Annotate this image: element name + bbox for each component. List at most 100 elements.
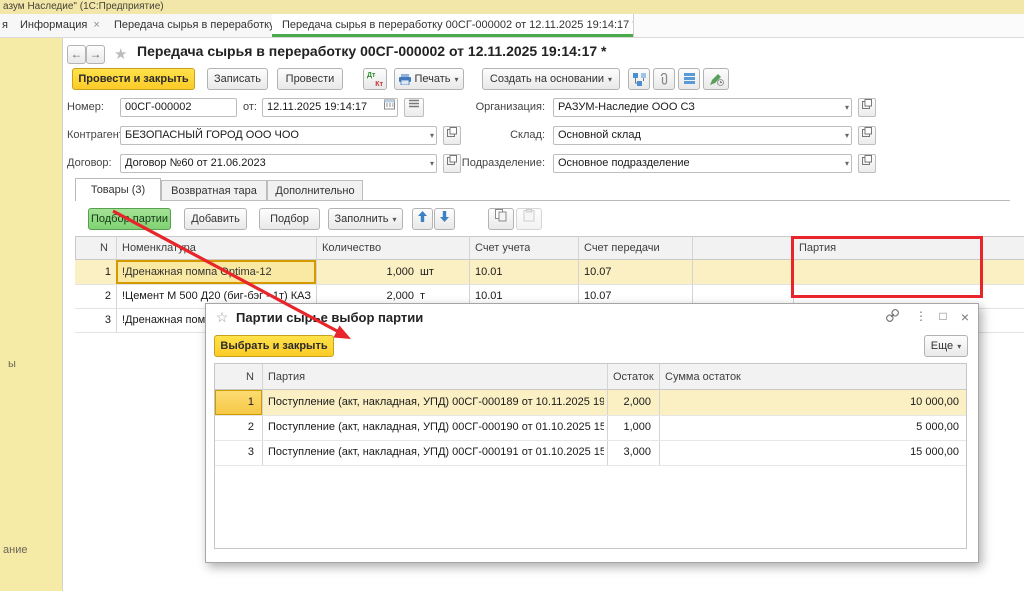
col-header-qty[interactable]: Количество [322, 236, 381, 260]
application-window: азум Наследие" (1С:Предприятие) я Информ… [0, 0, 1024, 591]
open-list-button[interactable] [404, 98, 424, 117]
tab-returnable-packaging[interactable]: Возвратная тара [161, 180, 267, 201]
paste-icon [523, 209, 535, 222]
panel-divider [62, 38, 63, 591]
left-panel-item-fragment[interactable]: ание [3, 544, 27, 556]
print-button[interactable]: Печать▾ [394, 68, 464, 90]
batch-row-sum[interactable]: 10 000,00 [659, 390, 959, 415]
post-and-close-button[interactable]: Провести и закрыть [72, 68, 195, 90]
warehouse-field[interactable]: Основной склад▾ [553, 126, 852, 145]
batch-row-sum[interactable]: 15 000,00 [659, 440, 959, 465]
batch-row-n[interactable]: 1 [215, 390, 254, 415]
dtkt-button[interactable]: Дт Кт [363, 68, 387, 90]
tab-transfer-document[interactable]: Передача сырья в переработку 00СГ-000002… [272, 14, 634, 37]
col-header-account[interactable]: Счет учета [475, 236, 530, 260]
attachments-button[interactable] [653, 68, 675, 90]
menu-dots-icon[interactable]: ⋮ [913, 309, 929, 323]
post-button[interactable]: Провести [277, 68, 343, 90]
warehouse-label: Склад: [430, 126, 545, 145]
dropdown-icon[interactable]: ▾ [845, 127, 849, 144]
dropdown-icon[interactable]: ▾ [845, 155, 849, 172]
add-row-button[interactable]: Добавить [184, 208, 247, 230]
batch-row-rest[interactable]: 1,000 [607, 415, 651, 440]
favorite-star-icon[interactable]: ★ [114, 45, 127, 63]
contract-field[interactable]: Договор №60 от 21.06.2023▾ [120, 154, 437, 173]
related-documents-button[interactable] [628, 68, 650, 90]
dropdown-icon: ▾ [957, 342, 961, 351]
paperclip-icon [658, 73, 670, 86]
tab-transfer-list[interactable]: Передача сырья в переработку× [104, 14, 273, 37]
department-label: Подразделение: [430, 154, 545, 173]
create-based-on-button[interactable]: Создать на основании▾ [482, 68, 620, 90]
batches-table: N Партия Остаток Сумма остаток 1 Поступл… [214, 363, 967, 549]
col-header-sum[interactable]: Сумма остаток [659, 364, 966, 390]
select-and-close-button[interactable]: Выбрать и закрыть [214, 335, 334, 357]
tab-information[interactable]: Информация× [10, 14, 105, 37]
copy-icon [495, 209, 507, 222]
batch-row-rest[interactable]: 2,000 [607, 390, 651, 415]
batch-row-batch[interactable]: Поступление (акт, накладная, УПД) 00СГ-0… [268, 440, 604, 465]
tab-label: Передача сырья в переработку [104, 19, 273, 31]
table-row-unit[interactable]: шт [420, 260, 460, 284]
counterparty-field[interactable]: БЕЗОПАСНЫЙ ГОРОД ООО ЧОО▾ [120, 126, 437, 145]
fill-button[interactable]: Заполнить▾ [328, 208, 403, 230]
department-open-button[interactable] [858, 154, 876, 173]
date-field[interactable]: 12.11.2025 19:14:17 [262, 98, 398, 117]
move-row-up-button[interactable] [412, 208, 433, 230]
edit-history-button[interactable] [703, 68, 729, 90]
batch-row-batch[interactable]: Поступление (акт, накладная, УПД) 00СГ-0… [268, 415, 604, 440]
open-icon [862, 99, 872, 109]
focused-cell[interactable]: !Дренажная помпа Optima-12 [116, 260, 316, 284]
favorite-star-icon[interactable]: ☆ [214, 309, 230, 326]
col-header-n[interactable]: N [215, 364, 262, 390]
left-panel-item-fragment[interactable]: ы [8, 358, 16, 370]
move-row-down-button[interactable] [434, 208, 455, 230]
batch-row-n[interactable]: 2 [215, 415, 254, 440]
batch-row-rest[interactable]: 3,000 [607, 440, 651, 465]
pick-button[interactable]: Подбор [259, 208, 320, 230]
col-header-item[interactable]: Номенклатура [122, 236, 196, 260]
back-button[interactable]: ← [67, 45, 86, 64]
paste-button[interactable] [516, 208, 542, 230]
dropdown-icon: ▾ [455, 75, 459, 84]
copy-button[interactable] [488, 208, 514, 230]
maximize-icon[interactable]: □ [935, 309, 951, 323]
organization-open-button[interactable] [858, 98, 876, 117]
batch-row-batch[interactable]: Поступление (акт, накладная, УПД) 00СГ-0… [268, 390, 604, 415]
tab-additional[interactable]: Дополнительно [267, 180, 363, 201]
table-row-n[interactable]: 1 [75, 260, 111, 284]
table-row-qty[interactable]: 1,000 [316, 260, 414, 284]
register-records-icon [684, 73, 695, 86]
department-field[interactable]: Основное подразделение▾ [553, 154, 852, 173]
number-field[interactable]: 00СГ-000002 [120, 98, 237, 117]
batch-row-n[interactable]: 3 [215, 440, 254, 465]
warehouse-open-button[interactable] [858, 126, 876, 145]
batch-row-sum[interactable]: 5 000,00 [659, 415, 959, 440]
close-icon[interactable]: × [957, 309, 973, 325]
table-row-transfer-account[interactable]: 10.07 [584, 260, 684, 284]
forward-button[interactable]: → [86, 45, 105, 64]
register-records-button[interactable] [678, 68, 700, 90]
col-header-n[interactable]: N [75, 236, 108, 260]
col-header-transfer-account[interactable]: Счет передачи [584, 236, 660, 260]
organization-field[interactable]: РАЗУМ-Наследие ООО СЗ▾ [553, 98, 852, 117]
table-row-account[interactable]: 10.01 [475, 260, 575, 284]
table-row-n[interactable]: 3 [75, 308, 111, 332]
pick-batches-button[interactable]: Подбор партии [88, 208, 171, 230]
forward-icon: → [90, 47, 102, 61]
left-panel: ы ание [0, 38, 62, 591]
tab-goods[interactable]: Товары (3) [75, 178, 161, 201]
calendar-icon[interactable] [384, 99, 395, 116]
get-link-icon[interactable] [884, 309, 900, 325]
window-title: азум Наследие" (1С:Предприятие) [3, 1, 164, 12]
col-header-rest[interactable]: Остаток [607, 364, 659, 390]
number-label: Номер: [67, 98, 104, 117]
arrow-up-icon [418, 211, 427, 222]
write-button[interactable]: Записать [207, 68, 268, 90]
dropdown-icon[interactable]: ▾ [845, 99, 849, 116]
more-button[interactable]: Еще▾ [924, 335, 968, 357]
col-header-batch[interactable]: Партия [262, 364, 607, 390]
counterparty-label: Контрагент: [67, 126, 127, 145]
table-row-n[interactable]: 2 [75, 284, 111, 308]
tab-label: Информация [10, 19, 93, 31]
